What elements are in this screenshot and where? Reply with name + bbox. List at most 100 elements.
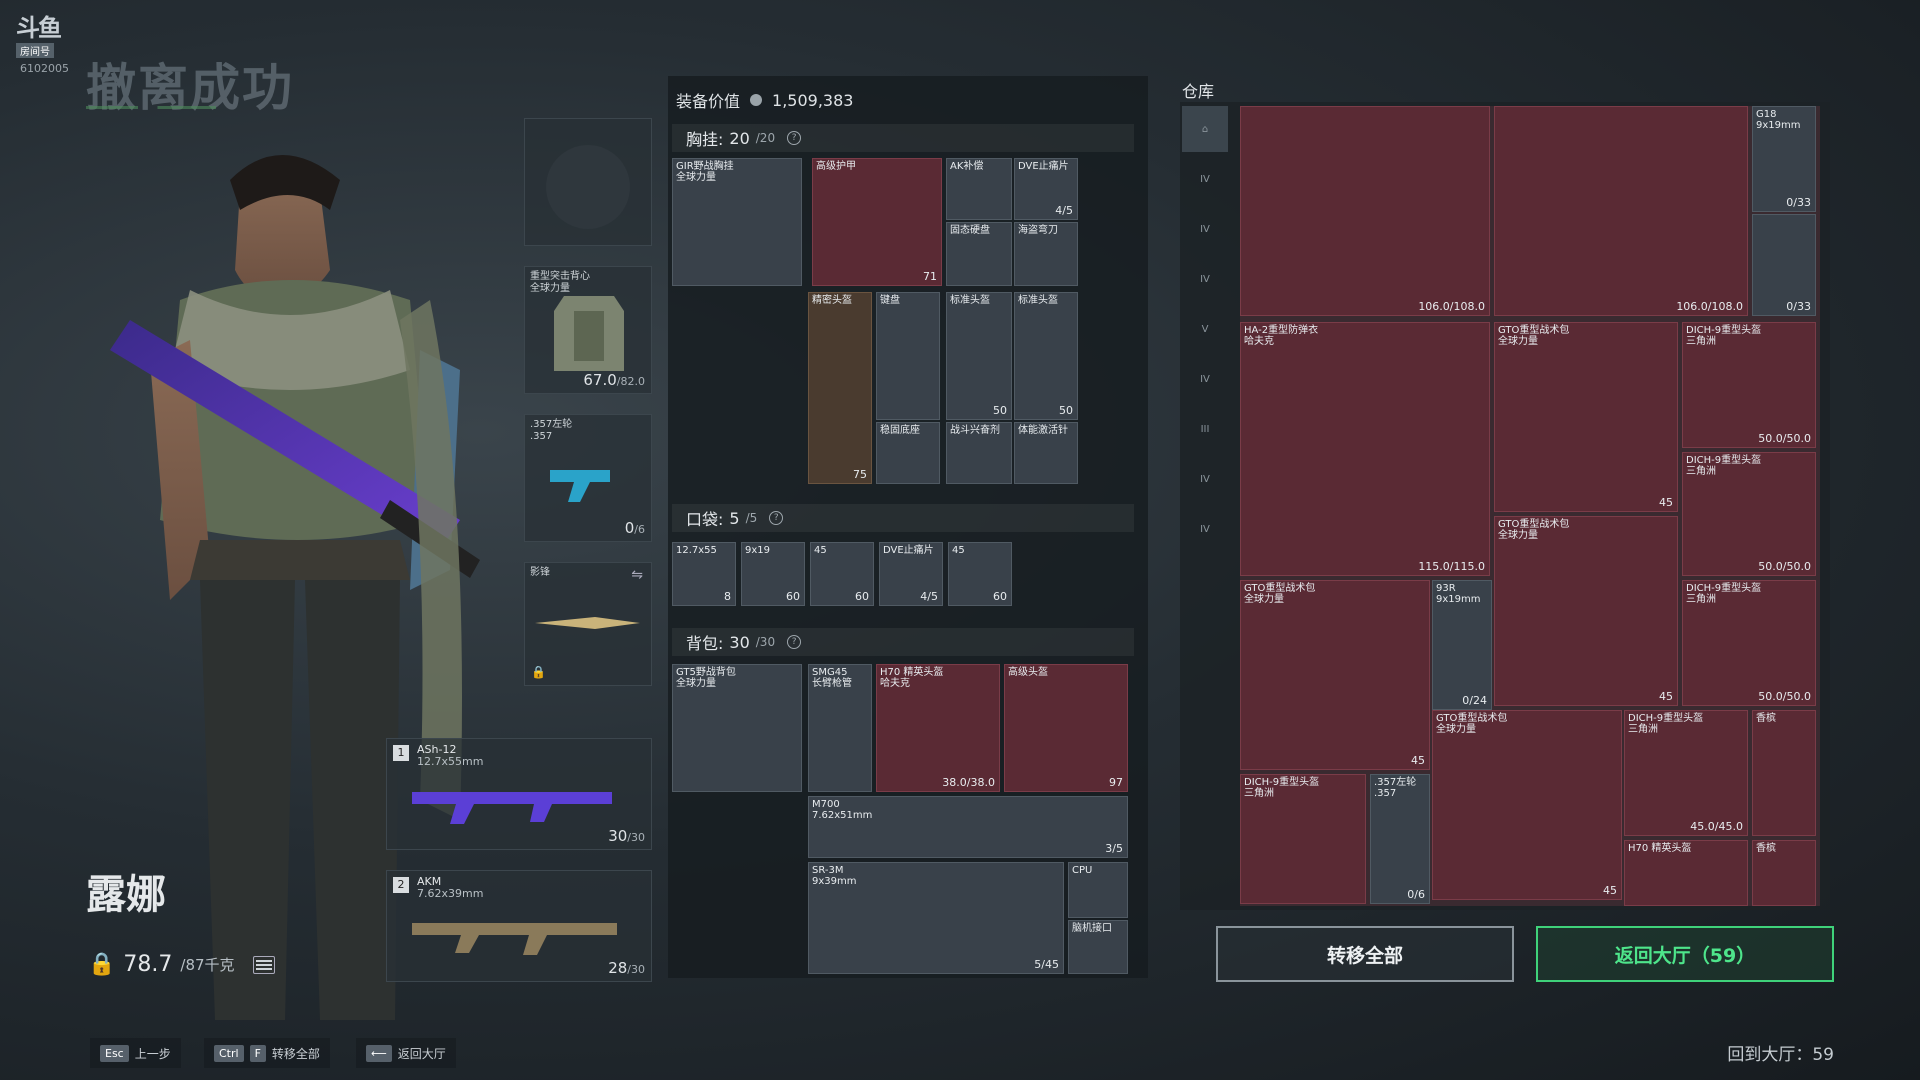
backpack-item[interactable]: 高级头盔 97 (1004, 664, 1128, 792)
warehouse-item[interactable]: H70 精英头盔 (1624, 840, 1748, 906)
pistol-slot[interactable]: .357左轮 .357 0/6 (524, 414, 652, 542)
item-name: HA-2重型防弹衣 哈夫克 (1244, 325, 1319, 347)
help-icon[interactable]: ? (787, 131, 802, 145)
primary-weapon-slot-1[interactable]: 1 ASh-12 12.7x55mm 30/30 (386, 738, 652, 850)
item-name: 高级头盔 (1008, 667, 1048, 678)
transfer-all-button[interactable]: 转移全部 (1216, 926, 1514, 982)
chest-item[interactable]: 体能激活针 (1014, 422, 1078, 484)
chest-item[interactable]: DVE止痛片 4/5 (1014, 158, 1078, 220)
warehouse-item[interactable]: HA-2重型防弹衣 哈夫克 115.0/115.0 (1240, 322, 1490, 576)
weapon-ammo: 28/30 (608, 959, 645, 977)
warehouse-item[interactable]: DICH-9重型头盔 三角洲 50.0/50.0 (1682, 322, 1816, 448)
slot-index: 2 (393, 877, 409, 893)
warehouse-item[interactable]: 香槟 (1752, 840, 1816, 906)
item-name: GTO重型战术包 全球力量 (1436, 713, 1508, 735)
logo-text: 斗鱼 (16, 14, 62, 42)
help-icon[interactable]: ? (787, 635, 802, 649)
warehouse-tab[interactable]: IV (1182, 256, 1228, 302)
backpack-item[interactable]: M700 7.62x51mm 3/5 (808, 796, 1128, 858)
chest-item[interactable]: 标准头盔 50 (1014, 292, 1078, 420)
hint-label: 返回大厅 (397, 1046, 446, 1061)
item-count: 50.0/50.0 (1758, 560, 1811, 573)
akm-rifle-icon (412, 923, 617, 955)
item-name: 固态硬盘 (950, 225, 990, 236)
item-count: 60 (993, 590, 1007, 603)
item-count: 97 (1109, 776, 1123, 789)
hint-back[interactable]: Esc 上一步 (90, 1038, 181, 1068)
warehouse-item[interactable]: G18 9x19mm 0/33 (1752, 106, 1816, 212)
warehouse-tab[interactable]: IV (1182, 206, 1228, 252)
warehouse-item[interactable]: GTO重型战术包 全球力量 45 (1494, 322, 1678, 512)
key-backspace: ⟵ (366, 1044, 392, 1062)
backpack-item[interactable]: 脑机接口 (1068, 920, 1128, 974)
pocket-item[interactable]: 9x19 60 (741, 542, 805, 606)
warehouse-tab[interactable]: III (1182, 406, 1228, 452)
warehouse-item[interactable]: .357左轮 .357 0/6 (1370, 774, 1430, 904)
hint-transfer-all[interactable]: Ctrl F 转移全部 (204, 1038, 330, 1068)
item-name: 45 (814, 545, 827, 556)
item-name: DVE止痛片 (883, 545, 934, 556)
warehouse-item[interactable]: 0/33 (1752, 214, 1816, 316)
backpack-item[interactable]: CPU (1068, 862, 1128, 918)
item-count: 106.0/108.0 (1418, 300, 1485, 313)
pocket-item[interactable]: 12.7x55 8 (672, 542, 736, 606)
backpack-item[interactable]: SR-3M 9x39mm 5/45 (808, 862, 1064, 974)
chest-item[interactable]: 精密头盔 75 (808, 292, 872, 484)
chest-item[interactable]: AK补偿 (946, 158, 1012, 220)
warehouse-tab[interactable]: IV (1182, 156, 1228, 202)
warehouse-item[interactable]: DICH-9重型头盔 三角洲 45.0/45.0 (1624, 710, 1748, 836)
backpack-item[interactable]: GT5野战背包 全球力量 (672, 664, 802, 792)
warehouse-tab[interactable]: V (1182, 306, 1228, 352)
swap-icon[interactable]: ⇋ (631, 567, 643, 583)
item-count: 45.0/45.0 (1690, 820, 1743, 833)
warehouse-item[interactable]: 106.0/108.0 (1240, 106, 1490, 316)
item-count: 45 (1659, 690, 1673, 703)
item-count: 4/5 (1055, 204, 1073, 217)
chest-item[interactable]: 稳固底座 (876, 422, 940, 484)
item-name: 海盗弯刀 (1018, 225, 1058, 236)
warehouse-tab[interactable]: IV (1182, 456, 1228, 502)
pocket-item[interactable]: DVE止痛片 4/5 (879, 542, 943, 606)
warehouse-item[interactable]: GTO重型战术包 全球力量 45 (1240, 580, 1430, 770)
chest-item[interactable]: GIR野战胸挂 全球力量 (672, 158, 802, 286)
warehouse-tab[interactable]: IV (1182, 506, 1228, 552)
item-name: DICH-9重型头盔 三角洲 (1686, 583, 1762, 605)
brand-logo: 斗鱼 房间号 (16, 16, 78, 60)
warehouse-item[interactable]: GTO重型战术包 全球力量 45 (1432, 710, 1622, 900)
warehouse-tab[interactable]: IV (1182, 356, 1228, 402)
chest-item[interactable]: 海盗弯刀 (1014, 222, 1078, 286)
item-name: 体能激活针 (1018, 425, 1068, 436)
pocket-item[interactable]: 45 60 (948, 542, 1012, 606)
item-count: 106.0/108.0 (1676, 300, 1743, 313)
help-icon[interactable]: ? (769, 511, 784, 525)
warehouse-item[interactable]: DICH-9重型头盔 三角洲 50.0/50.0 (1682, 580, 1816, 706)
backpack-item[interactable]: H70 精英头盔 哈夫克 38.0/38.0 (876, 664, 1000, 792)
warehouse-home-tab[interactable]: ⌂ (1182, 106, 1228, 152)
chest-item[interactable]: 固态硬盘 (946, 222, 1012, 286)
melee-slot[interactable]: 影锋 ⇋ 🔒 (524, 562, 652, 686)
warehouse-item[interactable]: DICH-9重型头盔 三角洲 (1240, 774, 1366, 904)
warehouse-item[interactable]: 106.0/108.0 (1494, 106, 1748, 316)
armor-slot[interactable]: 重型突击背心 全球力量 67.0/82.0 (524, 266, 652, 394)
chest-item[interactable]: 战斗兴奋剂 (946, 422, 1012, 484)
primary-weapon-slot-2[interactable]: 2 AKM 7.62x39mm 28/30 (386, 870, 652, 982)
chest-item[interactable]: 标准头盔 50 (946, 292, 1012, 420)
weapon-ammo: 30/30 (608, 827, 645, 845)
list-icon[interactable] (252, 955, 275, 974)
item-count: 0/33 (1786, 300, 1811, 313)
warehouse-item[interactable]: GTO重型战术包 全球力量 45 (1494, 516, 1678, 706)
warehouse-item[interactable]: DICH-9重型头盔 三角洲 50.0/50.0 (1682, 452, 1816, 576)
item-count: 4/5 (920, 590, 938, 603)
warehouse-item[interactable]: 香槟 (1752, 710, 1816, 836)
coin-icon (750, 94, 763, 106)
return-hall-button[interactable]: 返回大厅（59） (1536, 926, 1834, 982)
backpack-item[interactable]: SMG45 长臂枪管 (808, 664, 872, 792)
chest-item[interactable]: 高级护甲 71 (812, 158, 942, 286)
item-name: 标准头盔 (1018, 295, 1058, 306)
hint-return-hall[interactable]: ⟵ 返回大厅 (356, 1038, 456, 1068)
pocket-item[interactable]: 45 60 (810, 542, 874, 606)
revolver-icon (550, 470, 610, 502)
helmet-slot-empty[interactable] (524, 118, 652, 246)
chest-item[interactable]: 键盘 (876, 292, 940, 420)
warehouse-item[interactable]: 93R 9x19mm 0/24 (1432, 580, 1492, 710)
